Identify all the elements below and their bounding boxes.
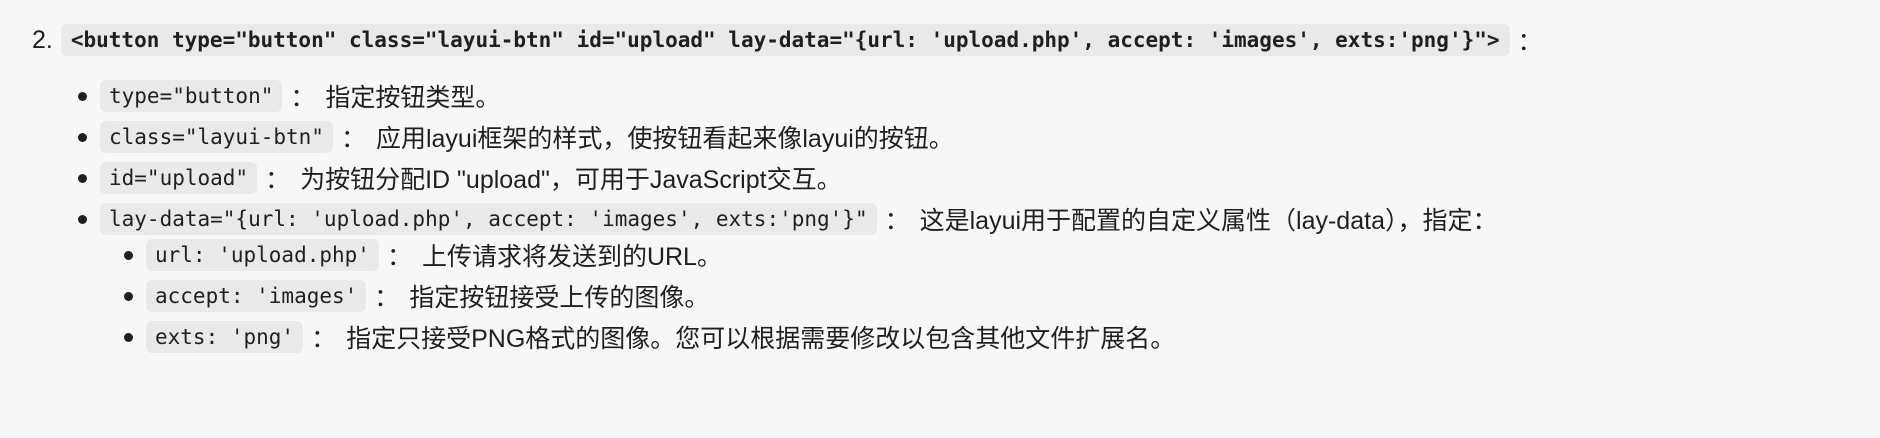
list-item: id="upload" ： 为按钮分配ID "upload"，可用于JavaSc… [100, 158, 842, 198]
inline-code: id="upload" [100, 162, 258, 194]
colon-separator: ： [374, 284, 400, 312]
colon-separator: ： [1517, 28, 1543, 56]
inline-code: lay-data="{url: 'upload.php', accept: 'i… [100, 203, 877, 235]
item-text: 这是layui用于配置的自定义属性（lay-data），指定： [919, 207, 1498, 235]
inline-code: accept: 'images' [146, 280, 367, 312]
item-text: 为按钮分配ID "upload"，可用于JavaScript交互。 [300, 166, 842, 194]
sub-bullet-dot [124, 333, 133, 342]
colon-separator: ： [884, 207, 910, 235]
bullet-dot [78, 133, 87, 142]
item-text: 指定只接受PNG格式的图像。您可以根据需要修改以包含其他文件扩展名。 [346, 325, 1176, 353]
bullet-dot [78, 215, 87, 224]
list-item-2: 2. <button type="button" class="layui-bt… [32, 20, 1553, 60]
sub-list-item: url: 'upload.php' ： 上传请求将发送到的URL。 [146, 235, 722, 275]
item-text: 指定按钮类型。 [325, 84, 501, 112]
document: 2. <button type="button" class="layui-bt… [0, 0, 1880, 438]
item-text: 应用layui框架的样式，使按钮看起来像layui的按钮。 [375, 125, 954, 153]
colon-separator: ： [386, 243, 412, 271]
sub-list-item: accept: 'images' ： 指定按钮接受上传的图像。 [146, 276, 709, 316]
colon-separator: ： [340, 125, 366, 153]
inline-code: type="button" [100, 80, 283, 112]
list-item: lay-data="{url: 'upload.php', accept: 'i… [100, 199, 1497, 239]
inline-code: exts: 'png' [146, 321, 304, 353]
sub-bullet-dot [124, 292, 133, 301]
list-item: class="layui-btn" ： 应用layui框架的样式，使按钮看起来像… [100, 117, 954, 157]
item-text: 上传请求将发送到的URL。 [421, 243, 722, 271]
inline-code-button-tag: <button type="button" class="layui-btn" … [60, 24, 1510, 56]
sub-bullet-dot [124, 251, 133, 260]
item-text: 指定按钮接受上传的图像。 [409, 284, 710, 312]
colon-separator: ： [311, 325, 337, 353]
bullet-dot [78, 92, 87, 101]
bullet-dot [78, 174, 87, 183]
colon-separator: ： [265, 166, 291, 194]
inline-code: class="layui-btn" [100, 121, 333, 153]
list-number: 2. [32, 25, 53, 54]
inline-code: url: 'upload.php' [146, 239, 379, 271]
list-item: type="button" ： 指定按钮类型。 [100, 76, 500, 116]
colon-separator: ： [290, 84, 316, 112]
sub-list-item: exts: 'png' ： 指定只接受PNG格式的图像。您可以根据需要修改以包含… [146, 317, 1175, 357]
